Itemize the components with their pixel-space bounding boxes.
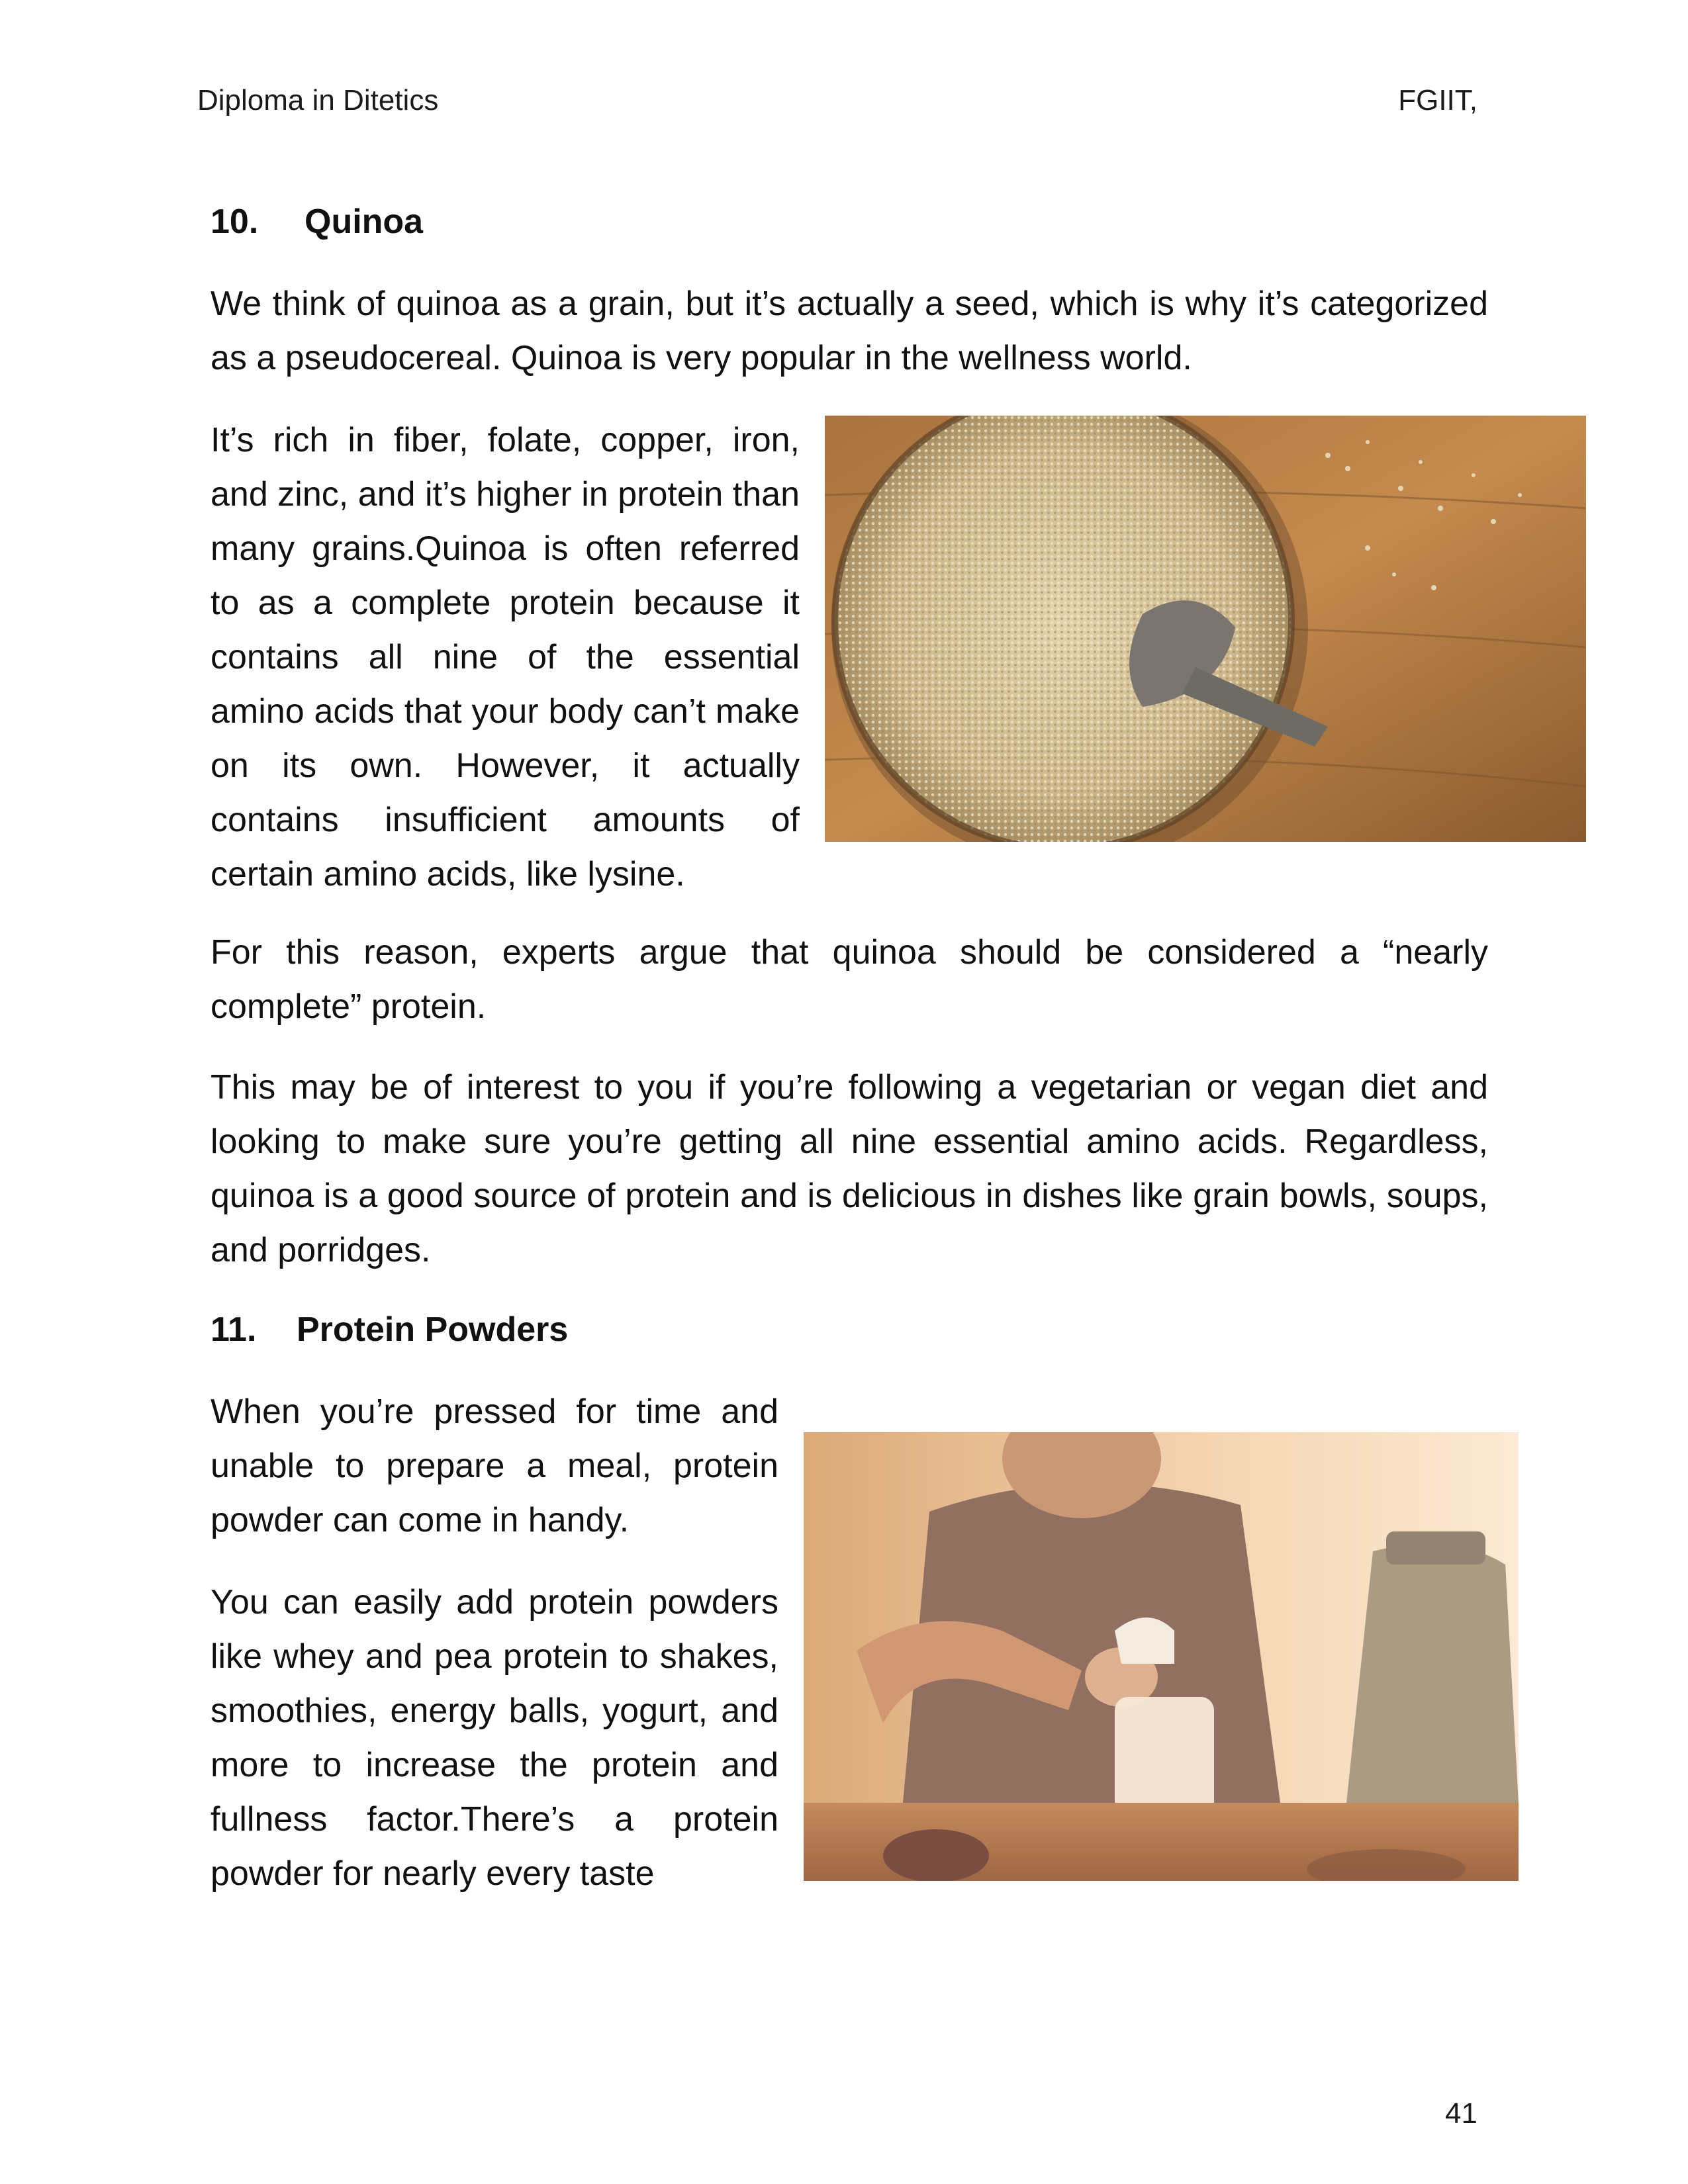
section-title: Quinoa [305, 203, 424, 241]
page-number: 41 [1445, 2097, 1477, 2130]
running-header-left: Diploma in Ditetics [197, 84, 439, 116]
protein-powder-uses-paragraph: You can easily add protein powders like … [211, 1583, 778, 1893]
running-header-right: FGIIT, [1398, 84, 1477, 116]
section-number: 10. [211, 203, 259, 241]
section-heading-protein-powders: 11. Protein Powders [211, 1306, 568, 1353]
vegetarian-paragraph: This may be of interest to you if you’re… [211, 1068, 1488, 1269]
quinoa-bowl-image [825, 416, 1586, 842]
section-title: Protein Powders [297, 1310, 569, 1349]
quinoa-nutrition-paragraph: It’s rich in fiber, folate, copper, iron… [211, 421, 800, 893]
protein-shake-image [804, 1432, 1519, 1881]
section-number: 11. [211, 1310, 257, 1349]
protein-powder-intro-paragraph: When you’re pressed for time and unable … [211, 1392, 778, 1539]
quinoa-intro-paragraph: We think of quinoa as a grain, but it’s … [211, 285, 1488, 377]
section-heading-quinoa: 10. Quinoa [211, 199, 423, 245]
nearly-complete-paragraph: For this reason, experts argue that quin… [211, 933, 1488, 1026]
document-page: Diploma in Ditetics FGIIT, 10. Quinoa We … [0, 0, 1688, 2184]
